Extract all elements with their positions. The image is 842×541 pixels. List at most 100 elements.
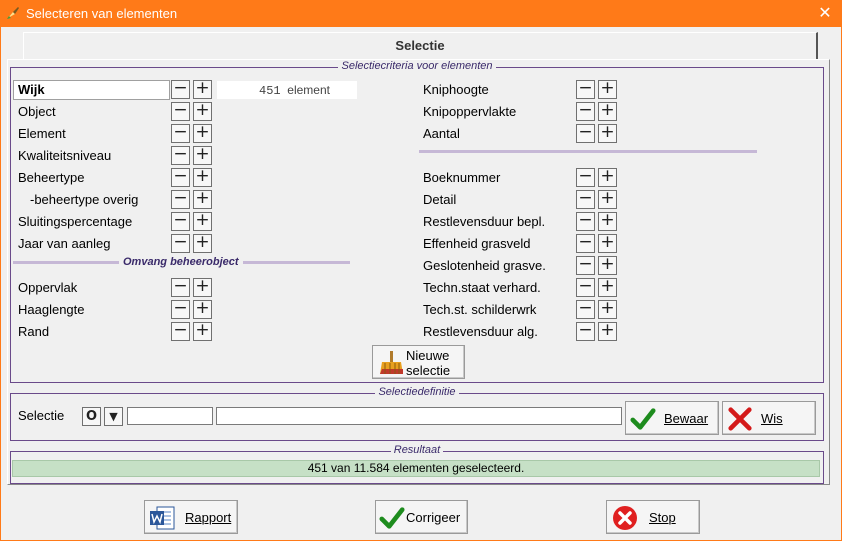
plus-button[interactable]: +: [193, 190, 212, 209]
rapport-button[interactable]: Rapport: [144, 500, 238, 534]
window-title: Selecteren van elementen: [26, 6, 178, 21]
minus-button[interactable]: −: [171, 146, 190, 165]
open-selection-button[interactable]: O: [82, 407, 101, 426]
minus-button[interactable]: −: [576, 80, 595, 99]
criterion-wijk[interactable]: Wijk: [13, 80, 170, 100]
minus-button[interactable]: −: [171, 80, 190, 99]
stop-icon: [613, 506, 637, 530]
plus-button[interactable]: +: [193, 278, 212, 297]
nieuwe-selectie-button[interactable]: Nieuwe selectie: [372, 345, 465, 379]
minus-button[interactable]: −: [576, 124, 595, 143]
minus-button[interactable]: −: [171, 300, 190, 319]
wis-label: Wis: [761, 411, 783, 426]
plus-button[interactable]: +: [598, 168, 617, 187]
plus-button[interactable]: +: [193, 234, 212, 253]
criterion-boeknummer: Boeknummer: [423, 170, 501, 185]
plus-button[interactable]: +: [598, 212, 617, 231]
plus-button[interactable]: +: [193, 146, 212, 165]
selection-description-field[interactable]: [216, 407, 622, 425]
criterion-geslotenheid-grasve: Geslotenheid grasve.: [423, 258, 546, 273]
definitie-legend: Selectiedefinitie: [375, 386, 459, 398]
stop-button[interactable]: Stop: [606, 500, 700, 534]
plus-button[interactable]: +: [598, 234, 617, 253]
criterion-techn-staat-verhard: Techn.staat verhard.: [423, 280, 541, 295]
criteria-group: Selectiecriteria voor elementen Wijk − +…: [10, 60, 824, 383]
checkmark-icon: [379, 507, 405, 529]
minus-button[interactable]: −: [576, 234, 595, 253]
plus-button[interactable]: +: [598, 256, 617, 275]
checkmark-icon: [630, 408, 656, 430]
tab-selectie[interactable]: Selectie: [23, 32, 818, 59]
rapport-label: Rapport: [185, 510, 232, 525]
minus-button[interactable]: −: [576, 212, 595, 231]
nieuwe-selectie-label-1: Nieuwe: [406, 348, 450, 363]
criterion-kwaliteitsniveau: Kwaliteitsniveau: [18, 148, 112, 163]
criterion-effenheid-grasveld: Effenheid grasveld: [423, 236, 531, 251]
criteria-legend: Selectiecriteria voor elementen: [338, 60, 496, 72]
criterion-knipoppervlakte: Knipoppervlakte: [423, 104, 517, 119]
minus-button[interactable]: −: [171, 102, 190, 121]
plus-button[interactable]: +: [193, 322, 212, 341]
minus-button[interactable]: −: [171, 234, 190, 253]
selection-count-unit: element: [287, 83, 330, 97]
plus-button[interactable]: +: [598, 300, 617, 319]
minus-button[interactable]: −: [171, 168, 190, 187]
wis-button[interactable]: Wis: [722, 401, 816, 435]
stop-label: Stop: [649, 510, 676, 525]
bewaar-label: Bewaar: [664, 411, 709, 426]
criterion-element: Element: [18, 126, 66, 141]
plus-button[interactable]: +: [598, 190, 617, 209]
plus-button[interactable]: +: [193, 300, 212, 319]
criterion-restlevensduur-alg: Restlevensduur alg.: [423, 324, 538, 339]
resultaat-legend: Resultaat: [390, 444, 444, 456]
plus-button[interactable]: +: [598, 80, 617, 99]
minus-button[interactable]: −: [576, 278, 595, 297]
selection-code-field[interactable]: [127, 407, 213, 425]
plus-button[interactable]: +: [598, 102, 617, 121]
minus-button[interactable]: −: [576, 102, 595, 121]
plus-button[interactable]: +: [193, 168, 212, 187]
minus-button[interactable]: −: [576, 300, 595, 319]
criterion-beheertype: Beheertype: [18, 170, 85, 185]
word-document-icon: [150, 506, 175, 530]
minus-button[interactable]: −: [576, 168, 595, 187]
plus-button[interactable]: +: [193, 212, 212, 231]
title-bar: Selecteren van elementen ✕: [0, 0, 842, 27]
app-icon: [7, 7, 19, 19]
definitie-group: Selectiedefinitie Selectie O ▼ Bewaar Wi…: [10, 386, 824, 441]
criterion-aantal: Aantal: [423, 126, 460, 141]
corrigeer-button[interactable]: Corrigeer: [375, 500, 468, 534]
criterion-haaglengte: Haaglengte: [18, 302, 85, 317]
plus-button[interactable]: +: [193, 80, 212, 99]
minus-button[interactable]: −: [576, 256, 595, 275]
minus-button[interactable]: −: [576, 322, 595, 341]
plus-button[interactable]: +: [598, 322, 617, 341]
right-separator: [419, 150, 757, 153]
minus-button[interactable]: −: [171, 124, 190, 143]
minus-button[interactable]: −: [171, 190, 190, 209]
omvang-label: Omvang beheerobject: [119, 256, 243, 268]
minus-button[interactable]: −: [576, 190, 595, 209]
minus-button[interactable]: −: [171, 322, 190, 341]
criterion-tech-st-schilderwrk: Tech.st. schilderwrk: [423, 302, 537, 317]
plus-button[interactable]: +: [598, 124, 617, 143]
nieuwe-selectie-label-2: selectie: [406, 363, 451, 378]
criterion-object: Object: [18, 104, 56, 119]
plus-button[interactable]: +: [193, 102, 212, 121]
close-icon[interactable]: ✕: [808, 0, 842, 27]
criterion-detail: Detail: [423, 192, 457, 207]
dropdown-arrow-icon[interactable]: ▼: [104, 407, 123, 426]
selectie-label: Selectie: [18, 408, 65, 423]
broom-icon: [380, 351, 403, 374]
criterion-oppervlak: Oppervlak: [18, 280, 78, 295]
plus-button[interactable]: +: [193, 124, 212, 143]
selection-count-display: 451 element: [217, 81, 357, 99]
criterion-kniphoogte: Kniphoogte: [423, 82, 489, 97]
bewaar-button[interactable]: Bewaar: [625, 401, 719, 435]
minus-button[interactable]: −: [171, 212, 190, 231]
plus-button[interactable]: +: [598, 278, 617, 297]
criterion-beheertype-overig: -beheertype overig: [30, 192, 139, 207]
minus-button[interactable]: −: [171, 278, 190, 297]
criterion-sluitingspercentage: Sluitingspercentage: [18, 214, 133, 229]
criterion-rand: Rand: [18, 324, 50, 339]
